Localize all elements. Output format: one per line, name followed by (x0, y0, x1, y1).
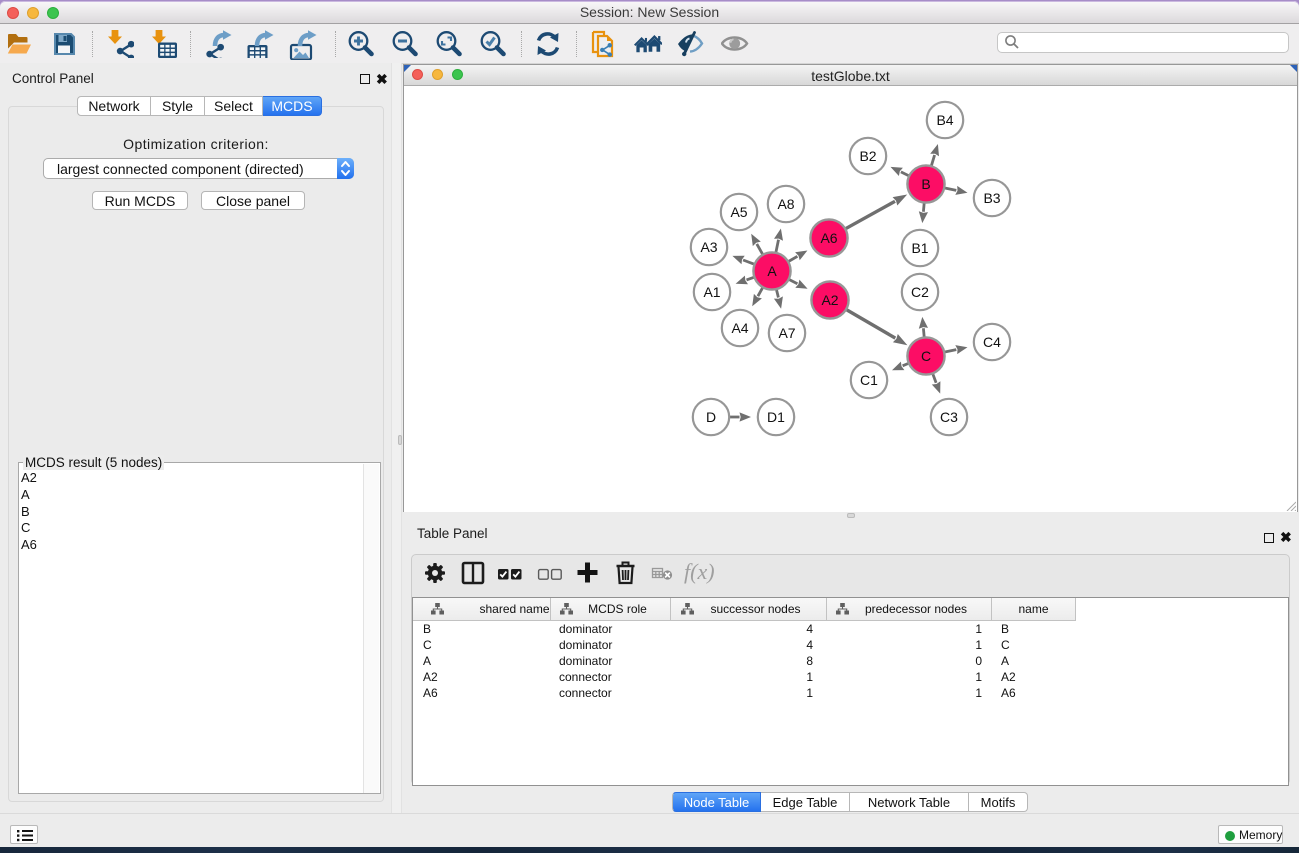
svg-text:B2: B2 (859, 148, 876, 164)
svg-text:A8: A8 (777, 196, 794, 212)
svg-text:A: A (767, 263, 777, 279)
svg-text:C1: C1 (860, 372, 878, 388)
svg-text:A7: A7 (778, 325, 795, 341)
svg-text:D1: D1 (767, 409, 785, 425)
svg-text:A4: A4 (731, 320, 748, 336)
svg-text:D: D (706, 409, 716, 425)
svg-text:C: C (921, 348, 931, 364)
svg-text:C2: C2 (911, 284, 929, 300)
svg-text:C3: C3 (940, 409, 958, 425)
svg-text:B3: B3 (983, 190, 1000, 206)
svg-text:C4: C4 (983, 334, 1001, 350)
svg-text:B1: B1 (911, 240, 928, 256)
svg-text:B: B (921, 176, 930, 192)
svg-text:A5: A5 (730, 204, 747, 220)
svg-text:A1: A1 (703, 284, 720, 300)
svg-text:B4: B4 (936, 112, 953, 128)
svg-text:A2: A2 (821, 292, 838, 308)
svg-text:A6: A6 (820, 230, 837, 246)
svg-text:A3: A3 (700, 239, 717, 255)
